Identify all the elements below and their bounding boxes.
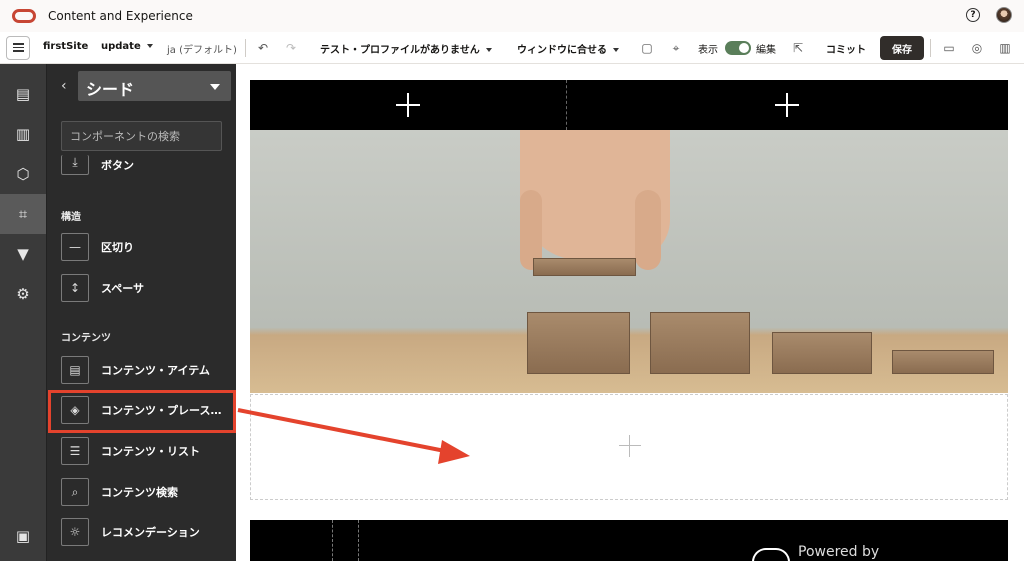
component-content-list[interactable]: ☰ コンテンツ・リスト bbox=[61, 436, 233, 466]
component-panel: ‹ シード コンポーネントの検索 ⤓ ボタン 構造 — 区切り ↕ スペーサ コ… bbox=[46, 64, 236, 561]
component-label: コンテンツ・リスト bbox=[101, 445, 200, 458]
nav-layout[interactable]: ▥ bbox=[0, 114, 46, 154]
component-label: スペーサ bbox=[101, 282, 145, 295]
category-select-value: シード bbox=[86, 80, 135, 99]
cube-icon: ⬡ bbox=[16, 164, 30, 183]
lightbulb-icon: ☼ bbox=[61, 518, 89, 546]
component-label: コンテンツ・アイテム bbox=[101, 364, 210, 377]
help-icon[interactable]: ? bbox=[966, 8, 980, 22]
content-item-icon: ▤ bbox=[61, 356, 89, 384]
oracle-logo-icon[interactable] bbox=[12, 9, 36, 23]
wood-block-stack bbox=[650, 312, 750, 374]
edit-mode-toggle[interactable] bbox=[725, 41, 751, 55]
external-link-icon[interactable]: ⇱ bbox=[791, 41, 805, 55]
app-title: Content and Experience bbox=[48, 9, 193, 23]
ruler-icon[interactable]: ⌖ bbox=[669, 41, 683, 55]
drop-placeholder-slot[interactable] bbox=[250, 394, 1008, 500]
chevron-down-icon bbox=[146, 44, 153, 48]
component-search-input[interactable]: コンポーネントの検索 bbox=[61, 121, 222, 151]
crop-icon: ⌗ bbox=[18, 204, 28, 223]
site-name[interactable]: firstSite bbox=[43, 41, 88, 52]
settings-icon: ⚙ bbox=[16, 284, 30, 303]
component-label: 区切り bbox=[101, 241, 134, 254]
component-button[interactable]: ⤓ ボタン bbox=[61, 150, 233, 180]
hero-image[interactable] bbox=[250, 130, 1008, 393]
slot-divider bbox=[358, 520, 359, 561]
footer-slot-band: Powered by bbox=[250, 520, 1008, 561]
nav-theme[interactable]: ▼ bbox=[0, 234, 46, 274]
content-heading: コンテンツ bbox=[61, 333, 111, 344]
fit-window-label: ウィンドウに合せる bbox=[517, 45, 607, 56]
structure-heading: 構造 bbox=[61, 212, 81, 223]
chevron-down-icon bbox=[485, 48, 492, 52]
wood-block-stack bbox=[892, 350, 994, 374]
update-dropdown[interactable]: update bbox=[101, 41, 153, 52]
undo-icon[interactable]: ↶ bbox=[256, 41, 270, 55]
button-component-icon: ⤓ bbox=[61, 155, 89, 175]
left-nav-strip: ▤ ▥ ⬡ ⌗ ▼ ⚙ ▣ bbox=[0, 64, 46, 561]
component-spacer[interactable]: ↕ スペーサ bbox=[61, 273, 233, 303]
chevron-down-icon bbox=[613, 48, 619, 52]
device-preview-icon[interactable]: ▢ bbox=[640, 41, 654, 55]
content-list-icon: ☰ bbox=[61, 437, 89, 465]
callout-highlight-box bbox=[48, 390, 236, 433]
slot-divider bbox=[332, 520, 333, 561]
editor-toolbar: firstSite update ja (デフォルト) ↶ ↷ テスト・プロファ… bbox=[0, 32, 1024, 64]
redo-icon[interactable]: ↷ bbox=[284, 41, 298, 55]
wood-block-stack bbox=[527, 312, 630, 374]
powered-by-text: Powered by bbox=[798, 544, 880, 560]
nav-components[interactable]: ⬡ bbox=[0, 154, 46, 194]
chevron-down-icon bbox=[210, 84, 220, 90]
comment-icon[interactable]: ▭ bbox=[942, 41, 956, 55]
add-component-icon[interactable] bbox=[619, 435, 641, 457]
category-select[interactable]: シード bbox=[78, 71, 231, 101]
slot-divider bbox=[566, 80, 567, 130]
nav-settings[interactable]: ⚙ bbox=[0, 274, 46, 314]
component-label: コンテンツ検索 bbox=[101, 486, 178, 499]
edit-label: 編集 bbox=[756, 45, 776, 56]
save-button[interactable]: 保存 bbox=[880, 36, 924, 60]
nav-pages[interactable]: ▤ bbox=[0, 74, 46, 114]
spacer-icon: ↕ bbox=[61, 274, 89, 302]
hamburger-menu-button[interactable] bbox=[6, 35, 30, 60]
fit-window-dropdown[interactable]: ウィンドウに合せる bbox=[517, 41, 619, 56]
cloud-icon bbox=[752, 548, 790, 561]
finger-shape bbox=[635, 190, 661, 270]
header-slot-band bbox=[250, 80, 1008, 130]
test-profile-dropdown[interactable]: テスト・プロファイルがありません bbox=[320, 41, 492, 56]
back-chevron-icon[interactable]: ‹ bbox=[61, 78, 67, 94]
toolbar-divider bbox=[930, 39, 931, 57]
language-selector[interactable]: ja (デフォルト) bbox=[167, 41, 237, 56]
add-component-icon[interactable] bbox=[775, 93, 799, 117]
component-label: レコメンデーション bbox=[101, 526, 200, 539]
content-search-icon: ⌕ bbox=[61, 478, 89, 506]
test-profile-label: テスト・プロファイルがありません bbox=[320, 45, 480, 56]
commit-button[interactable]: コミット bbox=[826, 41, 866, 56]
pages-icon: ▤ bbox=[15, 84, 31, 103]
update-label: update bbox=[101, 41, 141, 52]
component-content-item[interactable]: ▤ コンテンツ・アイテム bbox=[61, 355, 233, 385]
wood-block bbox=[533, 258, 636, 276]
add-component-icon[interactable] bbox=[396, 93, 420, 117]
component-divider[interactable]: — 区切り bbox=[61, 232, 233, 262]
view-label: 表示 bbox=[698, 45, 718, 56]
documents-icon: ▣ bbox=[15, 526, 31, 545]
component-content-search[interactable]: ⌕ コンテンツ検索 bbox=[61, 477, 233, 507]
avatar[interactable] bbox=[996, 7, 1012, 23]
nav-documents[interactable]: ▣ bbox=[0, 516, 46, 556]
nav-seed[interactable]: ⌗ bbox=[0, 194, 46, 234]
sidebar-toggle-icon[interactable]: ▥ bbox=[998, 41, 1012, 55]
component-label: ボタン bbox=[101, 159, 134, 172]
divider-icon: — bbox=[61, 233, 89, 261]
component-recommendation[interactable]: ☼ レコメンデーション bbox=[61, 517, 233, 547]
location-pin-icon[interactable]: ◎ bbox=[970, 41, 984, 55]
toolbar-divider bbox=[245, 39, 246, 57]
layout-icon: ▥ bbox=[15, 124, 31, 143]
wood-block-stack bbox=[772, 332, 872, 374]
app-header: Content and Experience ? bbox=[0, 0, 1024, 32]
theme-icon: ▼ bbox=[17, 244, 29, 263]
